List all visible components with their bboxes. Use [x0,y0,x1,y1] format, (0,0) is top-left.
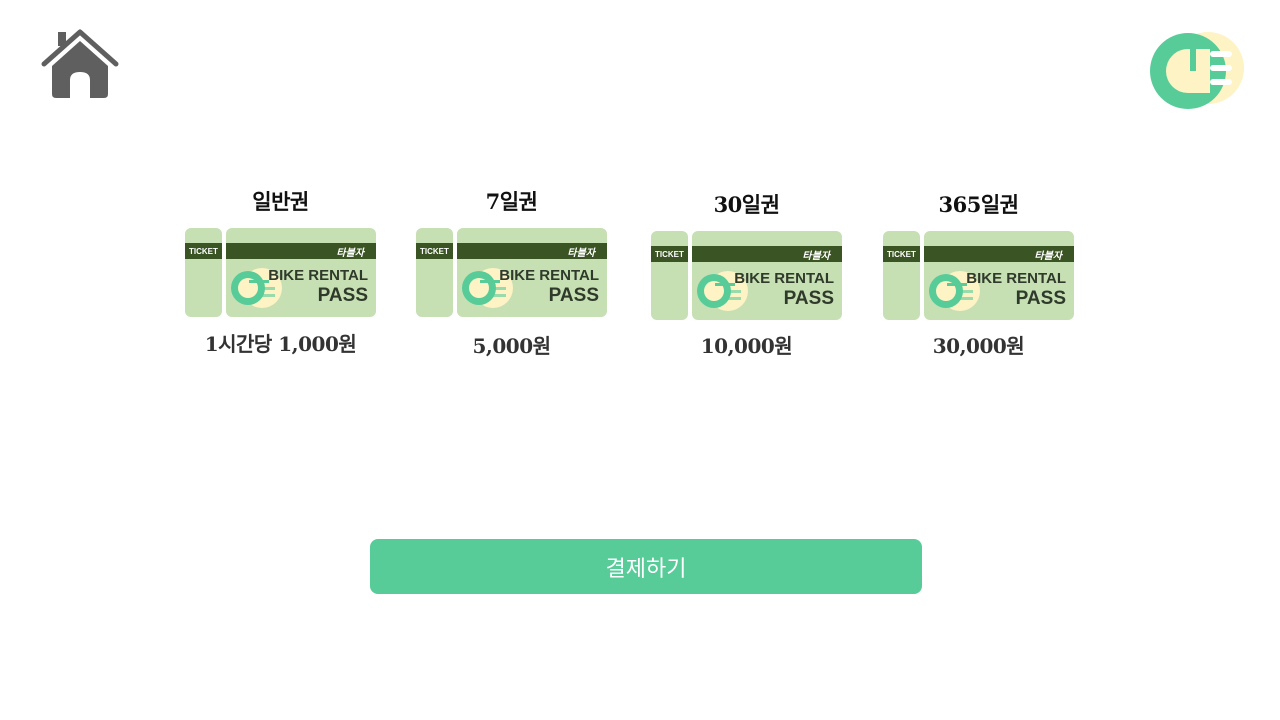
ticket-line2: PASS [783,288,834,309]
ticket-stub-label: TICKET [887,250,916,259]
pass-ticket[interactable]: TICKET 타블자 BIKE RENTAL PASS [185,228,376,317]
ticket-stub-label: TICKET [420,247,449,256]
ticket-line1: BIKE RENTAL [499,267,599,284]
pass-ticket[interactable]: TICKET 타블자 BIKE RENTAL PASS [651,231,842,320]
brand-logo-icon [1150,32,1244,109]
pass-title: 30일권 [713,192,780,217]
ticket-line2: PASS [317,285,368,306]
pass-price: 30,000원 [932,334,1025,358]
pass-ticket[interactable]: TICKET 타블자 BIKE RENTAL PASS [416,228,607,317]
ticket-stub-label: TICKET [189,247,218,256]
home-icon [41,29,119,98]
ticket-line2: PASS [1015,288,1066,309]
ticket-band-label: 타블자 [802,251,830,262]
ticket-band-label: 타블자 [1034,251,1062,262]
pay-button[interactable]: 결제하기 [370,539,922,594]
pass-title: 7일권 [485,189,538,214]
brand-logo [1150,31,1246,111]
ticket-band-label: 타블자 [567,248,595,259]
ticket-line1: BIKE RENTAL [734,270,834,287]
pass-title: 일반권 [252,189,309,214]
home-button[interactable] [38,26,122,102]
pass-price: 5,000원 [472,334,551,358]
pass-ticket[interactable]: TICKET 타블자 BIKE RENTAL PASS [883,231,1074,320]
ticket-stub-label: TICKET [655,250,684,259]
pass-title: 365일권 [938,192,1019,217]
ticket-line1: BIKE RENTAL [966,270,1066,287]
ticket-band-label: 타블자 [336,248,364,259]
ticket-line1: BIKE RENTAL [268,267,368,284]
pass-price: 10,000원 [700,334,793,358]
ticket-line2: PASS [548,285,599,306]
pass-price: 1시간당 1,000원 [204,332,357,356]
